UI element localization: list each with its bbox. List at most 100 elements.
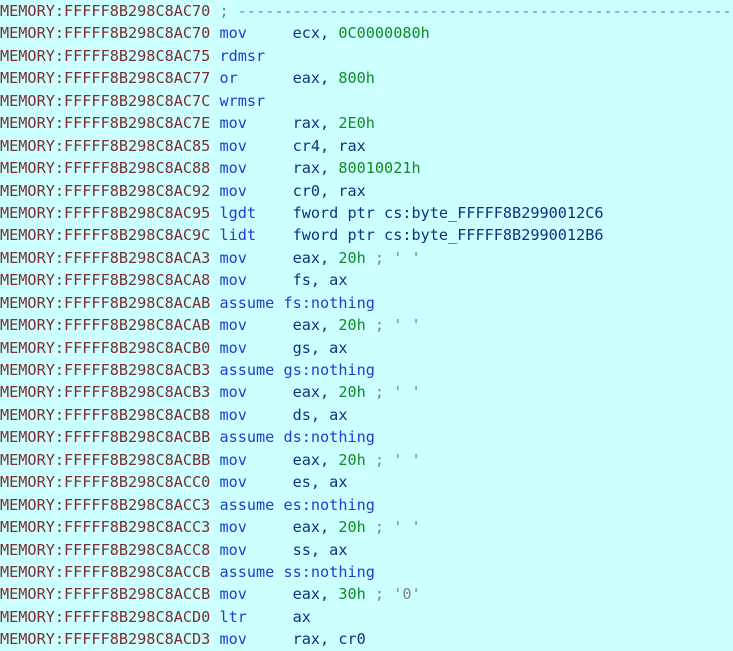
disassembly-line[interactable]: MEMORY:FFFFF8B298C8AC70 ; --------------… (0, 0, 733, 22)
line-address: MEMORY:FFFFF8B298C8AC9C (0, 226, 220, 245)
comment-separator: ; --------------------------------------… (219, 2, 733, 20)
operand-immediate-value: 0C0000080h (338, 24, 430, 43)
line-address: MEMORY:FFFFF8B298C8ACB3 (0, 361, 220, 379)
line-address: MEMORY:FFFFF8B298C8AC7C (0, 91, 220, 110)
line-address: MEMORY:FFFFF8B298C8ACA8 (0, 271, 220, 290)
line-address: MEMORY:FFFFF8B298C8ACD3 (0, 630, 220, 649)
line-comment: ; ' ' (365, 383, 421, 402)
assume-directive: assume ds:nothing (219, 428, 375, 447)
disassembly-line[interactable]: MEMORY:FFFFF8B298C8ACA8 mov fs, ax (0, 269, 733, 291)
line-address: MEMORY:FFFFF8B298C8ACAB (0, 316, 220, 335)
assume-directive: assume fs:nothing (219, 293, 375, 312)
operand-immediate-value: 20h (338, 248, 366, 267)
instruction-operands: ax (292, 607, 311, 626)
line-address: MEMORY:FFFFF8B298C8AC7E (0, 114, 220, 133)
disassembly-line[interactable]: MEMORY:FFFFF8B298C8ACCB assume ss:nothin… (0, 561, 733, 583)
operand-immediate-value: 20h (338, 383, 366, 402)
disassembly-line[interactable]: MEMORY:FFFFF8B298C8ACAB assume fs:nothin… (0, 292, 733, 314)
instruction-operands: rax, (292, 114, 339, 133)
line-address: MEMORY:FFFFF8B298C8ACA3 (0, 248, 220, 267)
disassembly-listing[interactable]: MEMORY:FFFFF8B298C8AC70 ; --------------… (0, 0, 733, 651)
disassembly-line[interactable]: MEMORY:FFFFF8B298C8ACCB mov eax, 30h ; '… (0, 583, 733, 605)
disassembly-line[interactable]: MEMORY:FFFFF8B298C8AC75 rdmsr (0, 45, 733, 67)
line-address: MEMORY:FFFFF8B298C8ACAB (0, 293, 220, 312)
line-address: MEMORY:FFFFF8B298C8ACB0 (0, 338, 220, 357)
assume-directive: assume es:nothing (219, 495, 375, 514)
disassembly-line[interactable]: MEMORY:FFFFF8B298C8ACC8 mov ss, ax (0, 539, 733, 561)
disassembly-line[interactable]: MEMORY:FFFFF8B298C8ACD0 ltr ax (0, 606, 733, 628)
instruction-operands: eax, (292, 316, 339, 335)
line-address: MEMORY:FFFFF8B298C8AC88 (0, 159, 220, 178)
assume-directive: assume ss:nothing (219, 562, 375, 581)
instruction-operands: rax, cr0 (292, 630, 366, 649)
instruction-mnemonic: mov (219, 338, 293, 357)
instruction-operands: ecx, (292, 24, 339, 43)
instruction-mnemonic: mov (219, 383, 293, 402)
disassembly-line[interactable]: MEMORY:FFFFF8B298C8ACC0 mov es, ax (0, 471, 733, 493)
operand-immediate-value: 80010021h (338, 159, 421, 178)
disassembly-line[interactable]: MEMORY:FFFFF8B298C8ACD3 mov rax, cr0 (0, 628, 733, 650)
line-address: MEMORY:FFFFF8B298C8ACCB (0, 562, 220, 581)
line-address: MEMORY:FFFFF8B298C8AC92 (0, 181, 220, 200)
instruction-mnemonic: mov (219, 518, 293, 537)
line-address: MEMORY:FFFFF8B298C8ACB3 (0, 383, 220, 402)
instruction-operands: cr4, rax (292, 136, 366, 155)
line-address: MEMORY:FFFFF8B298C8AC85 (0, 136, 220, 155)
line-address: MEMORY:FFFFF8B298C8AC75 (0, 46, 220, 65)
disassembly-line[interactable]: MEMORY:FFFFF8B298C8ACB3 assume gs:nothin… (0, 359, 733, 381)
operand-immediate-value: 800h (338, 69, 375, 88)
disassembly-line[interactable]: MEMORY:FFFFF8B298C8AC85 mov cr4, rax (0, 135, 733, 157)
disassembly-line[interactable]: MEMORY:FFFFF8B298C8AC7C wrmsr (0, 90, 733, 112)
line-address: MEMORY:FFFFF8B298C8AC70 (0, 24, 220, 43)
line-comment: ; '0' (365, 585, 421, 604)
operand-immediate-value: 20h (338, 450, 366, 469)
disassembly-line[interactable]: MEMORY:FFFFF8B298C8ACC3 assume es:nothin… (0, 494, 733, 516)
line-address: MEMORY:FFFFF8B298C8ACC3 (0, 495, 220, 514)
instruction-mnemonic: mov (219, 316, 293, 335)
disassembly-line[interactable]: MEMORY:FFFFF8B298C8ACBB assume ds:nothin… (0, 426, 733, 448)
instruction-mnemonic: mov (219, 248, 293, 267)
disassembly-line[interactable]: MEMORY:FFFFF8B298C8AC95 lgdt fword ptr c… (0, 202, 733, 224)
line-address: MEMORY:FFFFF8B298C8AC77 (0, 69, 220, 88)
instruction-operands: rax, (292, 159, 339, 178)
instruction-operands: fword ptr cs:byte_FFFFF8B2990012C6 (292, 203, 604, 222)
line-address: MEMORY:FFFFF8B298C8AC70 (0, 2, 220, 20)
operand-immediate-value: 20h (338, 316, 366, 335)
disassembly-line[interactable]: MEMORY:FFFFF8B298C8ACB8 mov ds, ax (0, 404, 733, 426)
instruction-operands: eax, (292, 450, 339, 469)
instruction-operands: cr0, rax (292, 181, 366, 200)
disassembly-line[interactable]: MEMORY:FFFFF8B298C8AC92 mov cr0, rax (0, 180, 733, 202)
operand-immediate-value: 30h (338, 585, 366, 604)
instruction-mnemonic: mov (219, 473, 293, 492)
instruction-mnemonic: mov (219, 114, 293, 133)
instruction-mnemonic: rdmsr (219, 46, 266, 65)
disassembly-line[interactable]: MEMORY:FFFFF8B298C8AC70 mov ecx, 0C00000… (0, 22, 733, 44)
instruction-operands: eax, (292, 69, 339, 88)
instruction-mnemonic: mov (219, 24, 293, 43)
disassembly-line[interactable]: MEMORY:FFFFF8B298C8ACB3 mov eax, 20h ; '… (0, 381, 733, 403)
line-address: MEMORY:FFFFF8B298C8ACC0 (0, 473, 220, 492)
instruction-mnemonic: mov (219, 540, 293, 559)
line-address: MEMORY:FFFFF8B298C8ACC8 (0, 540, 220, 559)
line-address: MEMORY:FFFFF8B298C8ACCB (0, 585, 220, 604)
instruction-mnemonic: mov (219, 136, 293, 155)
line-address: MEMORY:FFFFF8B298C8ACC3 (0, 518, 220, 537)
disassembly-line[interactable]: MEMORY:FFFFF8B298C8AC77 or eax, 800h (0, 67, 733, 89)
disassembly-line[interactable]: MEMORY:FFFFF8B298C8AC9C lidt fword ptr c… (0, 224, 733, 246)
line-address: MEMORY:FFFFF8B298C8AC95 (0, 203, 220, 222)
instruction-mnemonic: mov (219, 585, 293, 604)
disassembly-line[interactable]: MEMORY:FFFFF8B298C8ACBB mov eax, 20h ; '… (0, 449, 733, 471)
disassembly-line[interactable]: MEMORY:FFFFF8B298C8ACC3 mov eax, 20h ; '… (0, 516, 733, 538)
disassembly-line[interactable]: MEMORY:FFFFF8B298C8ACA3 mov eax, 20h ; '… (0, 247, 733, 269)
line-comment: ; ' ' (365, 248, 421, 267)
disassembly-line[interactable]: MEMORY:FFFFF8B298C8AC7E mov rax, 2E0h (0, 112, 733, 134)
operand-immediate-value: 2E0h (338, 114, 375, 133)
disassembly-line[interactable]: MEMORY:FFFFF8B298C8AC88 mov rax, 8001002… (0, 157, 733, 179)
instruction-mnemonic: mov (219, 450, 293, 469)
disassembly-line[interactable]: MEMORY:FFFFF8B298C8ACAB mov eax, 20h ; '… (0, 314, 733, 336)
instruction-operands: fs, ax (292, 271, 348, 290)
instruction-mnemonic: mov (219, 271, 293, 290)
instruction-operands: eax, (292, 518, 339, 537)
disassembly-line[interactable]: MEMORY:FFFFF8B298C8ACB0 mov gs, ax (0, 337, 733, 359)
instruction-mnemonic: mov (219, 159, 293, 178)
